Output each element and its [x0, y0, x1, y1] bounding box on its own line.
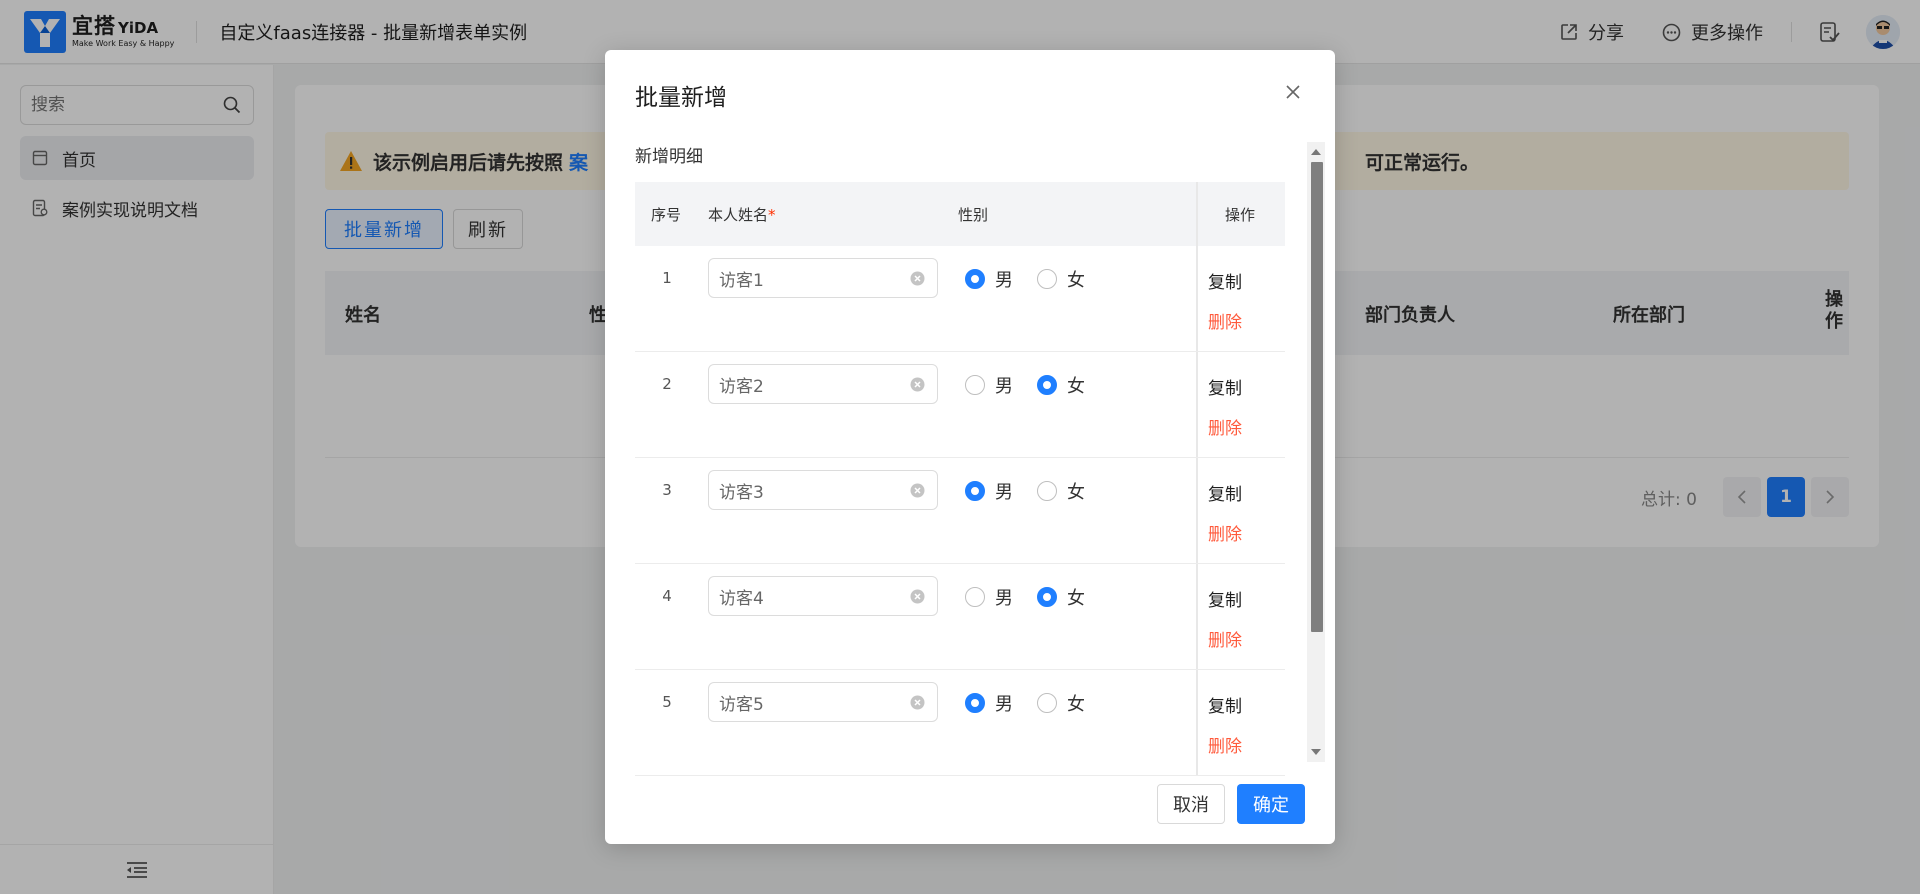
name-input[interactable]	[719, 471, 899, 509]
gender-radio-male[interactable]: 男	[965, 478, 1013, 504]
confirm-button[interactable]: 确定	[1237, 784, 1305, 824]
name-input[interactable]	[719, 683, 899, 721]
clear-icon[interactable]	[910, 695, 925, 710]
column-header-ops: 操作	[1225, 206, 1256, 224]
name-input-wrapper[interactable]	[708, 470, 938, 510]
delete-row-button[interactable]: 删除	[1208, 520, 1242, 545]
radio-label: 男	[995, 376, 1013, 397]
gender-radio-male[interactable]: 男	[965, 372, 1013, 398]
fixed-column-divider	[1196, 246, 1198, 351]
radio-circle-icon[interactable]	[965, 269, 985, 289]
clear-icon[interactable]	[910, 589, 925, 604]
table-row: 5 男 女 复制 删除	[635, 670, 1285, 776]
radio-circle-icon[interactable]	[965, 587, 985, 607]
batch-add-dialog: 批量新增 新增明细 序号 本人姓名* 性别 操作 1 访客1 男 女 复制 删除…	[605, 50, 1335, 844]
copy-row-button[interactable]: 复制	[1208, 480, 1242, 505]
gender-radio-female[interactable]: 女	[1037, 478, 1085, 504]
row-seq: 4	[662, 587, 672, 605]
radio-label: 男	[995, 482, 1013, 503]
table-row: 3 男 女 复制 删除	[635, 458, 1285, 564]
fixed-column-divider	[1196, 670, 1198, 775]
name-input[interactable]	[719, 365, 899, 403]
delete-row-button[interactable]: 删除	[1208, 732, 1242, 757]
dialog-scrollbar[interactable]	[1307, 142, 1325, 762]
copy-row-button[interactable]: 复制	[1208, 692, 1242, 717]
name-input[interactable]	[719, 577, 899, 615]
detail-table-header: 序号 本人姓名* 性别 操作	[635, 182, 1285, 246]
fixed-column-divider	[1196, 458, 1198, 563]
copy-row-button[interactable]: 复制	[1208, 374, 1242, 399]
delete-row-button[interactable]: 删除	[1208, 626, 1242, 651]
gender-radio-male[interactable]: 男	[965, 584, 1013, 610]
name-input-wrapper[interactable]	[708, 258, 938, 298]
name-input-wrapper[interactable]	[708, 364, 938, 404]
radio-label: 女	[1067, 270, 1085, 291]
required-mark: *	[768, 206, 776, 224]
clear-icon[interactable]	[910, 483, 925, 498]
copy-row-button[interactable]: 复制	[1208, 268, 1242, 293]
radio-label: 男	[995, 694, 1013, 715]
delete-row-button[interactable]: 删除	[1208, 414, 1242, 439]
column-header-seq: 序号	[651, 206, 682, 224]
table-row: 4 男 女 复制 删除	[635, 564, 1285, 670]
row-seq: 5	[662, 693, 672, 711]
radio-circle-icon[interactable]	[965, 693, 985, 713]
cancel-button[interactable]: 取消	[1157, 784, 1225, 824]
radio-label: 男	[995, 588, 1013, 609]
gender-radio-female[interactable]: 女	[1037, 584, 1085, 610]
dialog-body: 新增明细 序号 本人姓名* 性别 操作 1 男	[635, 90, 1325, 802]
radio-label: 女	[1067, 588, 1085, 609]
scroll-up-arrow[interactable]	[1311, 149, 1321, 155]
radio-circle-icon[interactable]	[1037, 693, 1057, 713]
name-input[interactable]	[719, 259, 899, 297]
column-header-name: 本人姓名*	[708, 206, 776, 224]
delete-row-button[interactable]: 删除	[1208, 308, 1242, 333]
table-row: 2 男 女 复制 删除	[635, 352, 1285, 458]
name-input-wrapper[interactable]	[708, 576, 938, 616]
clear-icon[interactable]	[910, 377, 925, 392]
table-row: 1 男 女 复制 删除	[635, 246, 1285, 352]
radio-circle-icon[interactable]	[1037, 481, 1057, 501]
radio-label: 女	[1067, 482, 1085, 503]
fixed-column-divider	[1196, 182, 1198, 246]
gender-radio-female[interactable]: 女	[1037, 690, 1085, 716]
gender-radio-female[interactable]: 女	[1037, 372, 1085, 398]
fixed-column-divider	[1196, 564, 1198, 669]
row-seq: 3	[662, 481, 672, 499]
name-input-wrapper[interactable]	[708, 682, 938, 722]
scroll-down-arrow[interactable]	[1311, 749, 1321, 755]
radio-label: 男	[995, 270, 1013, 291]
radio-label: 女	[1067, 376, 1085, 397]
gender-radio-male[interactable]: 男	[965, 266, 1013, 292]
column-header-gender: 性别	[958, 206, 989, 224]
detail-rows: 1 男 女 复制 删除 2	[635, 246, 1285, 776]
radio-circle-icon[interactable]	[1037, 587, 1057, 607]
radio-circle-icon[interactable]	[965, 481, 985, 501]
gender-radio-male[interactable]: 男	[965, 690, 1013, 716]
detail-table: 序号 本人姓名* 性别 操作 1 男 女	[635, 182, 1285, 776]
fixed-column-divider	[1196, 352, 1198, 457]
dialog-footer: 取消 确定	[1157, 784, 1305, 824]
clear-icon[interactable]	[910, 271, 925, 286]
radio-circle-icon[interactable]	[1037, 269, 1057, 289]
row-seq: 2	[662, 375, 672, 393]
copy-row-button[interactable]: 复制	[1208, 586, 1242, 611]
scroll-thumb[interactable]	[1311, 162, 1323, 632]
row-seq: 1	[662, 269, 672, 287]
gender-radio-female[interactable]: 女	[1037, 266, 1085, 292]
section-label: 新增明细	[635, 147, 703, 167]
radio-label: 女	[1067, 694, 1085, 715]
radio-circle-icon[interactable]	[965, 375, 985, 395]
radio-circle-icon[interactable]	[1037, 375, 1057, 395]
